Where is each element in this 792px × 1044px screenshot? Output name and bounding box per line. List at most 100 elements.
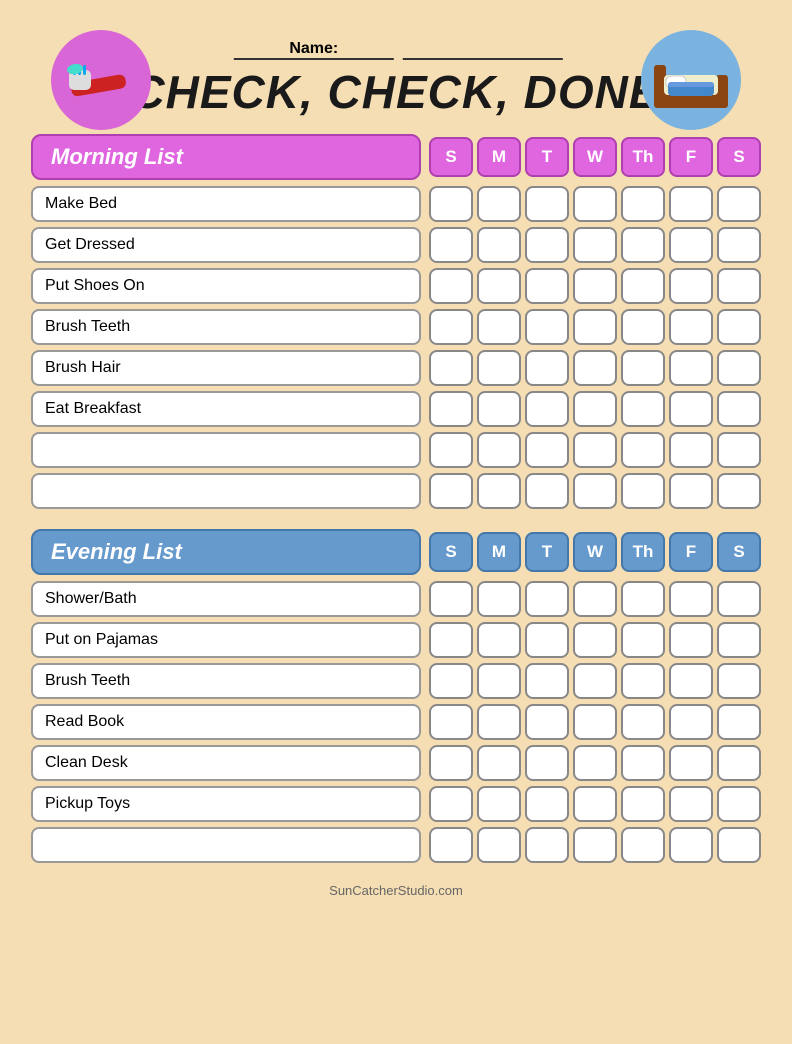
- evening-check-2-Th[interactable]: [621, 622, 665, 658]
- morning-check-4-W[interactable]: [573, 309, 617, 345]
- evening-check-4-F[interactable]: [669, 704, 713, 740]
- morning-check-5-S2[interactable]: [717, 350, 761, 386]
- morning-check-4-F[interactable]: [669, 309, 713, 345]
- morning-check-3-W[interactable]: [573, 268, 617, 304]
- morning-check-4-Th[interactable]: [621, 309, 665, 345]
- evening-check-4-T[interactable]: [525, 704, 569, 740]
- morning-check-2-Th[interactable]: [621, 227, 665, 263]
- morning-check-3-Th[interactable]: [621, 268, 665, 304]
- morning-check-6-S1[interactable]: [429, 391, 473, 427]
- evening-check-5-S1[interactable]: [429, 745, 473, 781]
- evening-check-7-W[interactable]: [573, 827, 617, 863]
- morning-check-4-S2[interactable]: [717, 309, 761, 345]
- morning-check-8-S1[interactable]: [429, 473, 473, 509]
- morning-check-1-S2[interactable]: [717, 186, 761, 222]
- morning-check-1-W[interactable]: [573, 186, 617, 222]
- evening-check-5-M[interactable]: [477, 745, 521, 781]
- evening-check-6-T[interactable]: [525, 786, 569, 822]
- morning-check-7-S2[interactable]: [717, 432, 761, 468]
- evening-check-3-Th[interactable]: [621, 663, 665, 699]
- evening-check-1-S1[interactable]: [429, 581, 473, 617]
- morning-check-5-M[interactable]: [477, 350, 521, 386]
- evening-check-1-F[interactable]: [669, 581, 713, 617]
- morning-check-3-M[interactable]: [477, 268, 521, 304]
- evening-check-7-M[interactable]: [477, 827, 521, 863]
- morning-check-6-Th[interactable]: [621, 391, 665, 427]
- morning-check-6-T[interactable]: [525, 391, 569, 427]
- morning-check-3-S1[interactable]: [429, 268, 473, 304]
- morning-check-8-F[interactable]: [669, 473, 713, 509]
- morning-check-4-M[interactable]: [477, 309, 521, 345]
- morning-check-7-Th[interactable]: [621, 432, 665, 468]
- evening-check-3-S1[interactable]: [429, 663, 473, 699]
- morning-check-4-T[interactable]: [525, 309, 569, 345]
- morning-check-5-W[interactable]: [573, 350, 617, 386]
- morning-check-3-F[interactable]: [669, 268, 713, 304]
- evening-check-1-Th[interactable]: [621, 581, 665, 617]
- morning-check-7-W[interactable]: [573, 432, 617, 468]
- morning-check-8-W[interactable]: [573, 473, 617, 509]
- evening-check-4-Th[interactable]: [621, 704, 665, 740]
- evening-check-2-M[interactable]: [477, 622, 521, 658]
- evening-check-4-S2[interactable]: [717, 704, 761, 740]
- morning-check-7-T[interactable]: [525, 432, 569, 468]
- morning-check-6-F[interactable]: [669, 391, 713, 427]
- morning-check-8-S2[interactable]: [717, 473, 761, 509]
- evening-check-4-W[interactable]: [573, 704, 617, 740]
- morning-check-2-W[interactable]: [573, 227, 617, 263]
- morning-check-1-S1[interactable]: [429, 186, 473, 222]
- morning-check-8-M[interactable]: [477, 473, 521, 509]
- morning-check-5-T[interactable]: [525, 350, 569, 386]
- evening-check-2-S1[interactable]: [429, 622, 473, 658]
- morning-check-6-W[interactable]: [573, 391, 617, 427]
- evening-check-1-W[interactable]: [573, 581, 617, 617]
- morning-check-2-S2[interactable]: [717, 227, 761, 263]
- evening-check-3-S2[interactable]: [717, 663, 761, 699]
- morning-check-1-M[interactable]: [477, 186, 521, 222]
- evening-check-2-S2[interactable]: [717, 622, 761, 658]
- evening-check-6-W[interactable]: [573, 786, 617, 822]
- evening-check-6-S1[interactable]: [429, 786, 473, 822]
- evening-check-4-M[interactable]: [477, 704, 521, 740]
- evening-check-7-F[interactable]: [669, 827, 713, 863]
- morning-check-2-S1[interactable]: [429, 227, 473, 263]
- morning-check-6-S2[interactable]: [717, 391, 761, 427]
- evening-check-7-Th[interactable]: [621, 827, 665, 863]
- morning-check-7-M[interactable]: [477, 432, 521, 468]
- evening-check-7-S2[interactable]: [717, 827, 761, 863]
- evening-check-2-F[interactable]: [669, 622, 713, 658]
- evening-check-6-M[interactable]: [477, 786, 521, 822]
- morning-check-2-F[interactable]: [669, 227, 713, 263]
- evening-check-3-W[interactable]: [573, 663, 617, 699]
- evening-check-5-W[interactable]: [573, 745, 617, 781]
- evening-check-2-T[interactable]: [525, 622, 569, 658]
- evening-check-4-S1[interactable]: [429, 704, 473, 740]
- morning-check-2-M[interactable]: [477, 227, 521, 263]
- morning-check-3-T[interactable]: [525, 268, 569, 304]
- evening-check-5-F[interactable]: [669, 745, 713, 781]
- evening-check-3-M[interactable]: [477, 663, 521, 699]
- morning-check-2-T[interactable]: [525, 227, 569, 263]
- morning-check-1-T[interactable]: [525, 186, 569, 222]
- evening-check-5-T[interactable]: [525, 745, 569, 781]
- evening-check-7-T[interactable]: [525, 827, 569, 863]
- morning-check-5-Th[interactable]: [621, 350, 665, 386]
- morning-check-8-Th[interactable]: [621, 473, 665, 509]
- evening-check-1-T[interactable]: [525, 581, 569, 617]
- evening-check-3-F[interactable]: [669, 663, 713, 699]
- morning-check-5-S1[interactable]: [429, 350, 473, 386]
- evening-check-3-T[interactable]: [525, 663, 569, 699]
- evening-check-5-S2[interactable]: [717, 745, 761, 781]
- morning-check-6-M[interactable]: [477, 391, 521, 427]
- evening-check-6-Th[interactable]: [621, 786, 665, 822]
- evening-check-1-M[interactable]: [477, 581, 521, 617]
- evening-check-6-S2[interactable]: [717, 786, 761, 822]
- morning-check-8-T[interactable]: [525, 473, 569, 509]
- morning-check-5-F[interactable]: [669, 350, 713, 386]
- morning-check-1-F[interactable]: [669, 186, 713, 222]
- morning-check-7-S1[interactable]: [429, 432, 473, 468]
- evening-check-6-F[interactable]: [669, 786, 713, 822]
- evening-check-5-Th[interactable]: [621, 745, 665, 781]
- morning-check-7-F[interactable]: [669, 432, 713, 468]
- evening-check-2-W[interactable]: [573, 622, 617, 658]
